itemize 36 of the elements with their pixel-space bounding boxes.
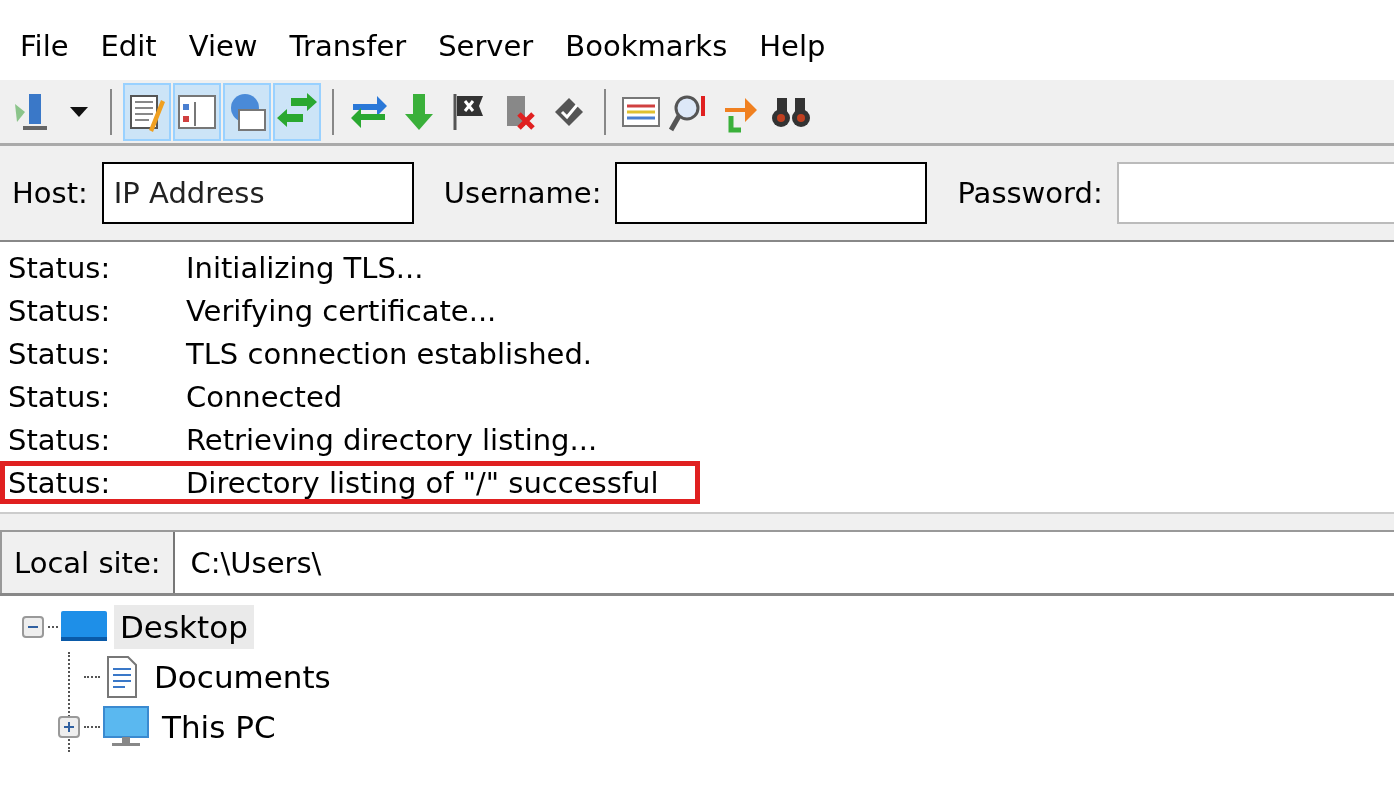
menu-item[interactable]: Server [428,29,544,63]
log-message: Verifying certificate... [186,293,497,328]
log-message: Retrieving directory listing... [186,422,598,457]
log-message: Directory listing of "/" successful [186,465,659,500]
username-field[interactable] [615,162,928,224]
log-type: Status: [8,293,112,328]
tree-item[interactable]: Documents [148,655,337,699]
tree-item[interactable]: Desktop [114,605,254,649]
menu-item[interactable]: Transfer [279,29,417,63]
password-field[interactable] [1116,162,1394,224]
log-type: Status: [8,379,112,414]
desktop-icon [60,610,108,644]
menu-item[interactable]: View [178,29,268,63]
menu-item[interactable]: Bookmarks [555,29,738,63]
log-type: Status: [8,422,112,457]
log-type: Status: [8,465,112,500]
log-type: Status: [8,336,112,371]
log-type: Status: [8,250,112,285]
menu-item[interactable]: Edit [90,29,167,63]
toolbar-button[interactable] [123,82,171,141]
log-message: TLS connection established. [186,336,593,371]
local-path-field[interactable]: C:\Users\ [174,532,1394,593]
log-message: Initializing TLS... [186,250,424,285]
host-label: Host: [12,176,88,210]
menu-item[interactable]: File [10,29,79,63]
collapse-toggle[interactable] [22,616,46,638]
caret-icon [68,104,90,119]
expand-toggle[interactable] [58,716,80,738]
menu-item[interactable]: Help [749,29,836,63]
tree-item[interactable]: This PC [156,705,282,749]
password-label: Password: [957,176,1103,210]
log-message: Connected [186,379,343,414]
username-label: Username: [443,176,602,210]
monitor-icon [102,705,150,749]
host-field[interactable]: IP Address [101,162,414,224]
local-site-label: Local site: [0,532,175,593]
